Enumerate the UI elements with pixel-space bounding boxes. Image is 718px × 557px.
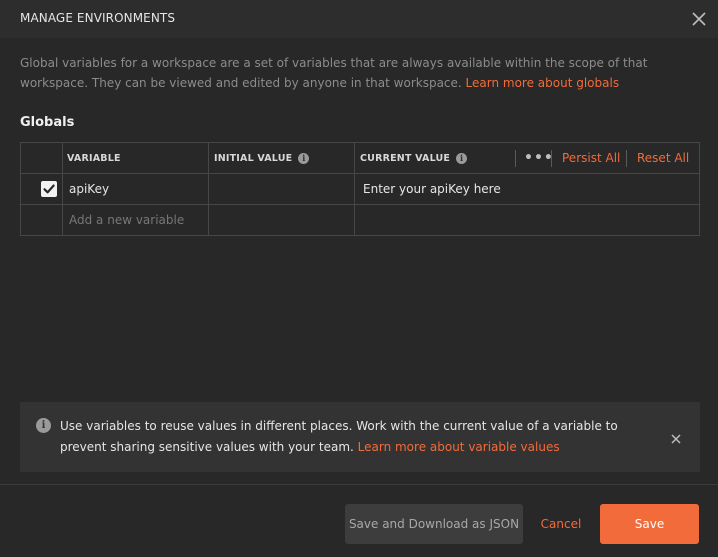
info-icon: i	[36, 418, 51, 433]
info-icon[interactable]: i	[456, 152, 468, 164]
header-current-value: CURRENT VALUE i	[360, 143, 468, 173]
initial-value-field[interactable]	[214, 174, 354, 204]
header-current-value-label: CURRENT VALUE	[360, 152, 451, 164]
learn-more-globals-link[interactable]: Learn more about globals	[466, 76, 620, 90]
table-row-new: Add a new variable	[21, 205, 699, 235]
header-variable: VARIABLE	[67, 152, 121, 164]
close-icon[interactable]	[688, 8, 710, 30]
persist-all-button[interactable]: Persist All	[562, 143, 620, 173]
variable-name-field[interactable]: apiKey	[69, 174, 109, 204]
current-value-field[interactable]: Enter your apiKey here	[363, 174, 501, 204]
globals-description: Global variables for a workspace are a s…	[20, 53, 700, 93]
section-title-globals: Globals	[20, 115, 75, 130]
table-row: apiKey Enter your apiKey here	[21, 174, 699, 205]
header-initial-value-label: INITIAL VALUE	[214, 152, 293, 164]
banner-text: Use variables to reuse values in differe…	[60, 416, 660, 458]
reset-all-button[interactable]: Reset All	[637, 143, 689, 173]
enable-variable-checkbox[interactable]	[41, 181, 57, 197]
dismiss-banner-icon[interactable]	[670, 430, 682, 444]
modal-header: MANAGE ENVIRONMENTS	[0, 0, 718, 38]
save-download-json-button[interactable]: Save and Download as JSON	[345, 504, 523, 544]
new-initial-value-field[interactable]	[214, 205, 354, 235]
learn-more-variable-values-link[interactable]: Learn more about variable values	[358, 440, 560, 454]
new-current-value-field[interactable]	[363, 205, 693, 235]
save-button[interactable]: Save	[600, 504, 699, 544]
footer-divider	[0, 484, 718, 485]
modal-title: MANAGE ENVIRONMENTS	[20, 11, 176, 25]
cancel-button[interactable]: Cancel	[535, 504, 587, 544]
info-icon[interactable]: i	[298, 152, 310, 164]
add-variable-input[interactable]: Add a new variable	[69, 205, 184, 235]
info-banner: i Use variables to reuse values in diffe…	[20, 402, 700, 472]
header-separator	[626, 150, 627, 167]
variables-table: VARIABLE INITIAL VALUE i CURRENT VALUE i…	[20, 142, 700, 236]
table-header-row: VARIABLE INITIAL VALUE i CURRENT VALUE i…	[21, 143, 699, 174]
header-initial-value: INITIAL VALUE i	[214, 143, 310, 173]
header-separator	[515, 150, 516, 167]
header-separator	[551, 150, 552, 167]
more-options-icon[interactable]: •••	[524, 143, 554, 173]
